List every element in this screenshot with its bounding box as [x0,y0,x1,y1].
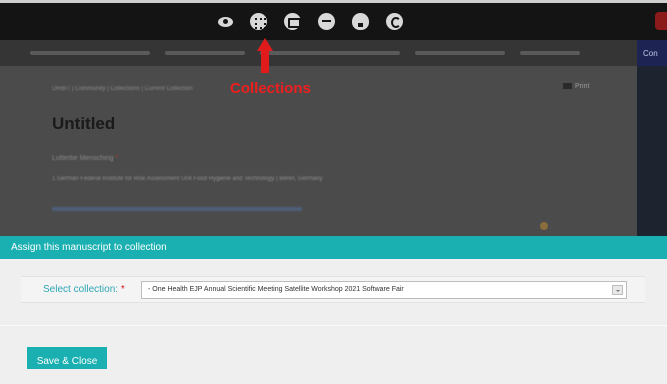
required-mark: * [120,284,125,295]
author-name: Lutterbe Mensching [52,155,114,162]
eye-icon[interactable] [218,17,233,27]
page: Con ORBIT | Community | Collections | Cu… [0,0,667,384]
toolbar-icons [218,13,403,30]
arrow-stem [261,50,269,73]
chevron-down-icon[interactable] [612,285,623,295]
author-line: Lutterbe Mensching * [52,155,118,162]
select-collection-label-text: Select collection: [43,284,119,295]
blurred-nav-item [165,51,245,55]
affiliation: 1 German Federal Institute for Risk Asse… [52,176,323,182]
collection-select-value: - One Health EJP Annual Scientific Meeti… [148,286,404,293]
pin-icon [540,222,548,230]
blurred-nav-item [30,51,150,55]
document-area: ORBIT | Community | Collections | Curren… [0,66,637,236]
right-sidebar: Con [637,40,667,236]
copyright-icon[interactable] [386,13,403,30]
avatar[interactable] [655,12,667,30]
page-title: Untitled [52,114,116,133]
bulb-icon[interactable] [352,13,369,30]
select-collection-label: Select collection: * [43,284,125,295]
collections-icon[interactable] [250,13,267,30]
author-required-mark: * [115,155,119,162]
collections-callout: Collections [230,80,311,97]
blurred-nav-item [260,51,400,55]
arrow-up-icon [257,38,273,74]
assign-collection-dialog: Assign this manuscript to collection Sel… [0,236,667,384]
blurred-nav-strip [0,40,637,66]
collection-row: Select collection: * - One Health EJP An… [21,276,645,303]
blurred-nav-item [520,51,580,55]
save-close-button[interactable]: Save & Close [27,347,107,369]
top-toolbar [0,0,667,40]
breadcrumb: ORBIT | Community | Collections | Curren… [52,86,193,92]
print-button[interactable]: Print [563,83,589,90]
minus-circle-icon[interactable] [318,13,335,30]
collection-select[interactable]: - One Health EJP Annual Scientific Meeti… [141,281,627,299]
dialog-title: Assign this manuscript to collection [0,236,667,259]
divider [0,325,667,326]
sidebar-tab[interactable]: Con [637,40,667,66]
card-icon[interactable] [284,13,301,30]
correspondence-link [52,207,302,211]
blurred-nav-item [415,51,505,55]
